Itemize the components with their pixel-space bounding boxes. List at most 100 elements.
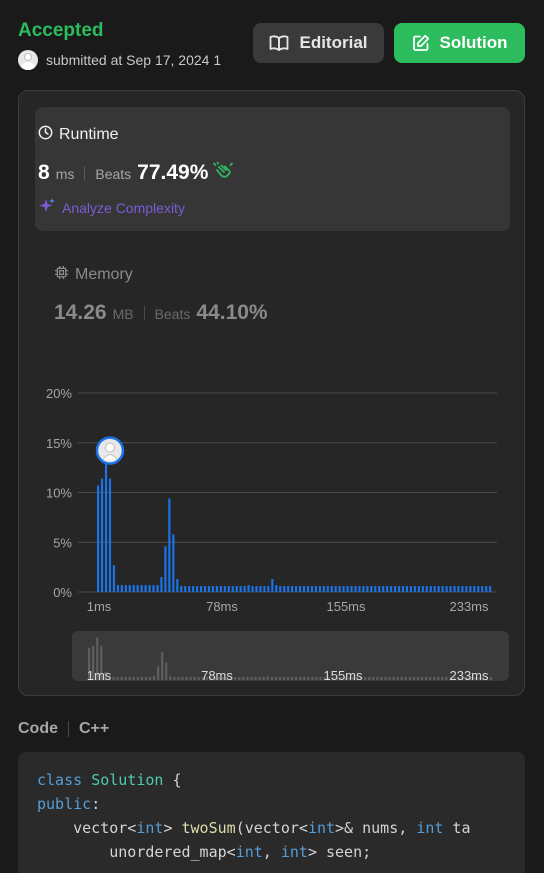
chart-bar [215,586,218,592]
minimap-bar [152,675,156,680]
minimap-bar [254,677,257,680]
chart-bar [469,586,472,592]
runtime-distribution-chart: 0% 5% 10% 15% 20% 1ms 78ms 155ms 233ms 1ms 78ms 155… [46,386,509,683]
minimap-bar [404,677,407,680]
minimap-tick-label: 233ms [449,668,489,683]
minimap-bar [307,677,310,680]
minimap-bar [234,677,237,680]
chart-bar [390,586,393,592]
chart-bar [433,586,436,592]
minimap-bar [489,677,493,680]
minimap-bar [299,677,302,680]
chart-bar [370,586,373,592]
minimap-bar [295,677,298,680]
chart-bar [156,585,159,592]
chart-bar [275,585,278,592]
chart-bar [374,586,377,592]
chart-bar [287,586,290,592]
chart-bar [382,586,385,592]
chart-bar [199,586,203,592]
chart-bar [172,534,175,592]
minimap-bar [384,677,387,680]
minimap-tick-label: 78ms [201,668,233,683]
minimap-tick-label: 1ms [87,668,112,683]
chart-bar [429,586,432,592]
chart-bar [326,586,329,592]
code-block[interactable]: class Solution {public: vector<int> twoS… [18,752,525,873]
minimap-bar [303,677,306,680]
chart-bar [263,586,266,592]
chart-bar [314,586,317,592]
minimap-bar [262,677,265,680]
chart-minimap [72,631,509,681]
code-line: unordered_map<int, int> seen; [37,843,372,861]
chart-bar [243,586,246,592]
minimap-bar [392,677,395,680]
code-label: Code [18,720,58,737]
minimap-bar [250,677,253,680]
chart-bar [386,586,389,592]
minimap-bar [424,677,428,680]
chart-bar [291,586,294,592]
chart-bar [176,579,179,592]
user-marker-head [104,442,115,453]
code-line: class Solution { [37,771,182,789]
chart-bar [112,565,116,592]
chart-bar [124,585,127,592]
chart-bar [231,586,234,592]
chart-bar [338,586,341,592]
chart-bar [211,586,215,592]
minimap-bar [258,677,261,680]
minimap-bar [177,677,180,680]
minimap-bar [266,676,269,680]
minimap-bar [441,677,444,680]
chart-bar [481,586,484,592]
minimap-bar [388,677,391,680]
minimap-bar [120,677,123,680]
chart-bar [322,586,325,592]
chart-bar [192,586,195,592]
code-language[interactable]: C++ [79,720,109,738]
y-tick-label: 0% [53,585,72,600]
minimap-bar [291,677,294,680]
chart-bar [310,586,314,592]
minimap-bar [197,677,200,680]
chart-bar [421,586,424,592]
chart-bar [441,586,444,592]
chart-bar [148,585,151,592]
minimap-bar [193,677,196,680]
chart-bar [140,585,143,592]
minimap-bar [242,677,245,680]
minimap-bar [433,677,436,680]
chart-bar [417,586,420,592]
minimap-bar [173,677,176,680]
chart-bar [207,586,211,592]
code-line: vector<int> twoSum(vector<int>& nums, in… [37,819,471,837]
chart-bar [485,586,488,592]
chart-bar [152,585,155,592]
x-tick-label: 233ms [449,599,489,614]
minimap-bar [429,677,432,680]
chart-bar [394,586,397,592]
minimap-bar [319,677,322,680]
chart-bar [283,586,286,592]
minimap-bar [189,677,192,680]
chart-bar [409,586,413,592]
chart-bar [97,485,100,592]
minimap-bar [165,662,168,680]
chart-bar [259,586,262,592]
minimap-bar [420,677,424,680]
chart-bar [378,586,381,592]
minimap-bar [400,677,403,680]
y-tick-label: 10% [46,486,72,501]
minimap-bar [282,677,286,680]
chart-bar [267,586,270,592]
chart-bar [405,586,409,592]
minimap-bar [408,677,411,680]
minimap-bar [140,677,144,680]
minimap-bar [416,677,420,680]
minimap-bar [315,677,318,680]
minimap-tick-label: 155ms [323,668,363,683]
y-tick-label: 5% [53,535,72,550]
chart-bar [295,586,298,592]
